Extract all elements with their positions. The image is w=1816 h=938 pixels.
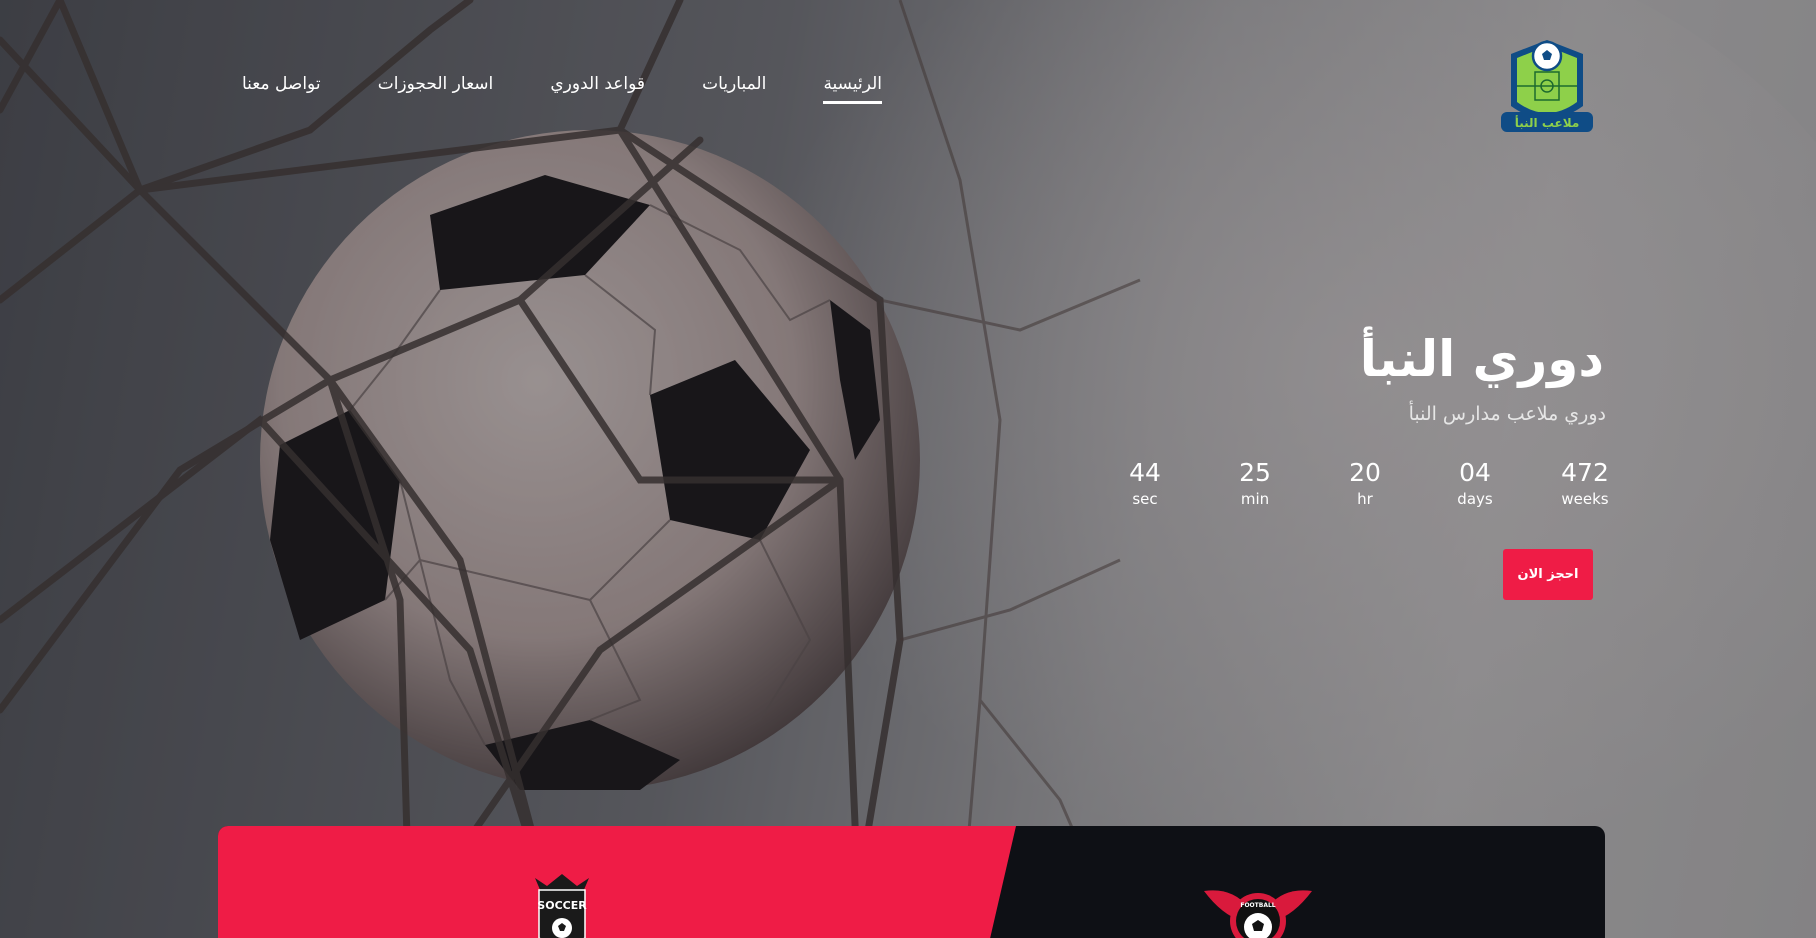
countdown-days-label: days	[1457, 490, 1493, 508]
nav-item-booking-prices[interactable]: اسعار الحجوزات	[378, 74, 494, 104]
football-team-badge: FOOTBALL	[1204, 890, 1312, 938]
match-panel-red-section	[218, 826, 1016, 938]
countdown-timer: 472 weeks 04 days 20 hr 25 min 44 sec	[1050, 458, 1609, 514]
hero-subtitle: دوري ملاعب مدارس النبأ	[1408, 403, 1606, 425]
countdown-seconds-label: sec	[1132, 490, 1158, 508]
countdown-days-value: 04	[1459, 458, 1491, 487]
countdown-minutes: 25 min	[1215, 458, 1295, 508]
countdown-weeks-value: 472	[1561, 458, 1609, 487]
match-panel: SOCCER FOOTBALL	[218, 826, 1605, 938]
countdown-hours-value: 20	[1349, 458, 1381, 487]
book-now-button[interactable]: احجز الان	[1503, 549, 1593, 600]
soccer-badge-text: SOCCER	[537, 899, 587, 912]
nav-item-matches[interactable]: المباريات	[702, 74, 766, 104]
countdown-seconds: 44 sec	[1105, 458, 1185, 508]
nav-item-contact[interactable]: تواصل معنا	[242, 74, 321, 104]
countdown-seconds-value: 44	[1129, 458, 1161, 487]
countdown-minutes-value: 25	[1239, 458, 1271, 487]
countdown-weeks-label: weeks	[1561, 490, 1609, 508]
countdown-hours: 20 hr	[1325, 458, 1405, 508]
logo-text: ملاعب النبأ	[1515, 115, 1580, 130]
hero-title: دوري النبأ	[1359, 330, 1604, 388]
main-nav: الرئيسية المباريات قواعد الدوري اسعار ال…	[242, 74, 882, 104]
football-badge-text: FOOTBALL	[1240, 902, 1275, 909]
site-logo[interactable]: ملاعب النبأ	[1501, 36, 1593, 136]
countdown-hours-label: hr	[1357, 490, 1373, 508]
countdown-days: 04 days	[1435, 458, 1515, 508]
soccer-team-badge: SOCCER	[535, 874, 589, 938]
nav-item-home[interactable]: الرئيسية	[823, 74, 882, 104]
countdown-weeks: 472 weeks	[1545, 458, 1625, 508]
countdown-minutes-label: min	[1240, 490, 1270, 508]
nav-item-league-rules[interactable]: قواعد الدوري	[550, 74, 645, 104]
